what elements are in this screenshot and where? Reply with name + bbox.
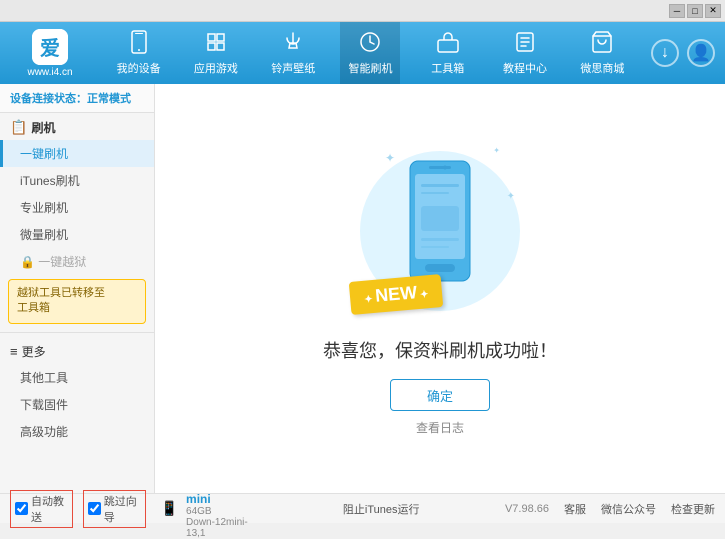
toolbox-icon (436, 30, 460, 58)
sidebar-item-other-tools[interactable]: 其他工具 (0, 364, 154, 391)
bottom-bar: 自动教送 跳过向导 📱 iPhone 12 mini 64GB Down-12m… (0, 493, 725, 523)
stop-itunes-button[interactable]: 阻止iTunes运行 (343, 501, 420, 517)
skip-wizard-checkbox[interactable]: 跳过向导 (83, 490, 146, 528)
tutorial-label: 教程中心 (503, 60, 547, 76)
skip-wizard-label: 跳过向导 (104, 493, 141, 525)
ringtone-label: 铃声壁纸 (271, 60, 315, 76)
smart-flash-icon (358, 30, 382, 58)
apps-games-label: 应用游戏 (194, 60, 238, 76)
sparkle-3: ✦ (507, 191, 515, 202)
sidebar-item-itunes-flash[interactable]: iTunes刷机 (0, 167, 154, 194)
sidebar-item-save-flash[interactable]: 微量刷机 (0, 221, 154, 248)
maximize-button[interactable]: □ (687, 4, 703, 18)
download-button[interactable]: ↓ (651, 39, 679, 67)
nav-item-toolbox[interactable]: 工具箱 (418, 22, 478, 84)
wechat-public-link[interactable]: 微信公众号 (601, 501, 656, 517)
more-section-icon: ≡ (10, 344, 18, 359)
more-section-label: 更多 (22, 343, 46, 360)
apps-games-icon (204, 30, 228, 58)
svg-text:爱: 爱 (40, 37, 60, 60)
success-title: 恭喜您，保资料刷机成功啦！ (323, 337, 557, 363)
customer-service-link[interactable]: 客服 (564, 501, 586, 517)
auto-jump-label: 自动教送 (31, 493, 68, 525)
logo-url: www.i4.cn (27, 67, 72, 78)
sidebar-divider (0, 332, 154, 333)
nav-bar: 爱 www.i4.cn 我的设备 应用游戏 铃声壁纸 (0, 22, 725, 84)
version-text: V7.98.66 (505, 503, 549, 515)
check-update-link[interactable]: 检查更新 (671, 501, 715, 517)
sidebar-note: 越狱工具已转移至工具箱 (8, 279, 146, 324)
smart-flash-label: 智能刷机 (348, 60, 392, 76)
sidebar-disabled-jailbreak: 🔒 一键越狱 (0, 248, 154, 275)
logo-icon: 爱 (32, 29, 68, 65)
close-button[interactable]: ✕ (705, 4, 721, 18)
success-card: ✦ ✦ ✦ (303, 121, 577, 456)
user-button[interactable]: 👤 (687, 39, 715, 67)
nav-right-buttons: ↓ 👤 (651, 39, 715, 67)
title-bar: ─ □ ✕ (0, 0, 725, 22)
my-device-label: 我的设备 (117, 60, 161, 76)
sidebar-item-download-firmware[interactable]: 下载固件 (0, 391, 154, 418)
ringtone-icon (281, 30, 305, 58)
phone-svg (405, 156, 475, 289)
bottom-center: 阻止iTunes运行 (257, 501, 504, 517)
nav-item-mall[interactable]: 微思商城 (572, 22, 632, 84)
more-section-header: ≡ 更多 (0, 337, 154, 364)
toolbox-label: 工具箱 (431, 60, 464, 76)
nav-item-smart-flash[interactable]: 智能刷机 (340, 22, 400, 84)
status-bar: 设备连接状态：正常模式 (0, 84, 154, 113)
sidebar-item-pro-flash[interactable]: 专业刷机 (0, 194, 154, 221)
secondary-link[interactable]: 查看日志 (416, 419, 464, 436)
nav-item-ringtone[interactable]: 铃声壁纸 (263, 22, 323, 84)
content-area: ✦ ✦ ✦ (155, 84, 725, 493)
sidebar: 设备连接状态：正常模式 📋 刷机 一键刷机 iTunes刷机 专业刷机 微量刷机… (0, 84, 155, 493)
phone-illustration: ✦ ✦ ✦ (360, 141, 520, 321)
app-logo: 爱 www.i4.cn (10, 29, 90, 78)
device-phone-icon: 📱 (161, 500, 178, 517)
sidebar-item-advanced[interactable]: 高级功能 (0, 418, 154, 445)
tutorial-icon (513, 30, 537, 58)
mall-icon (590, 30, 614, 58)
auto-jump-checkbox[interactable]: 自动教送 (10, 490, 73, 528)
auto-jump-input[interactable] (15, 502, 28, 515)
mall-label: 微思商城 (580, 60, 624, 76)
confirm-button[interactable]: 确定 (390, 379, 490, 411)
nav-items: 我的设备 应用游戏 铃声壁纸 智能刷机 工具箱 (100, 22, 641, 84)
minimize-button[interactable]: ─ (669, 4, 685, 18)
sparkle-1: ✦ (385, 151, 395, 165)
main-layout: 设备连接状态：正常模式 📋 刷机 一键刷机 iTunes刷机 专业刷机 微量刷机… (0, 84, 725, 493)
flash-section-header: 📋 刷机 (0, 113, 154, 140)
status-value: 正常模式 (87, 93, 131, 105)
bottom-right: V7.98.66 客服 微信公众号 检查更新 (505, 501, 715, 517)
nav-item-tutorial[interactable]: 教程中心 (495, 22, 555, 84)
skip-wizard-input[interactable] (88, 502, 101, 515)
sidebar-item-onekey-flash[interactable]: 一键刷机 (0, 140, 154, 167)
flash-section-icon: 📋 (10, 119, 27, 136)
device-system: Down-12mini-13,1 (186, 517, 257, 539)
flash-section-label: 刷机 (31, 119, 55, 136)
status-label: 设备连接状态： (10, 93, 87, 105)
device-storage: 64GB (186, 506, 257, 517)
sparkle-2: ✦ (493, 146, 500, 155)
nav-item-apps-games[interactable]: 应用游戏 (186, 22, 246, 84)
my-device-icon (127, 30, 151, 58)
nav-item-my-device[interactable]: 我的设备 (109, 22, 169, 84)
